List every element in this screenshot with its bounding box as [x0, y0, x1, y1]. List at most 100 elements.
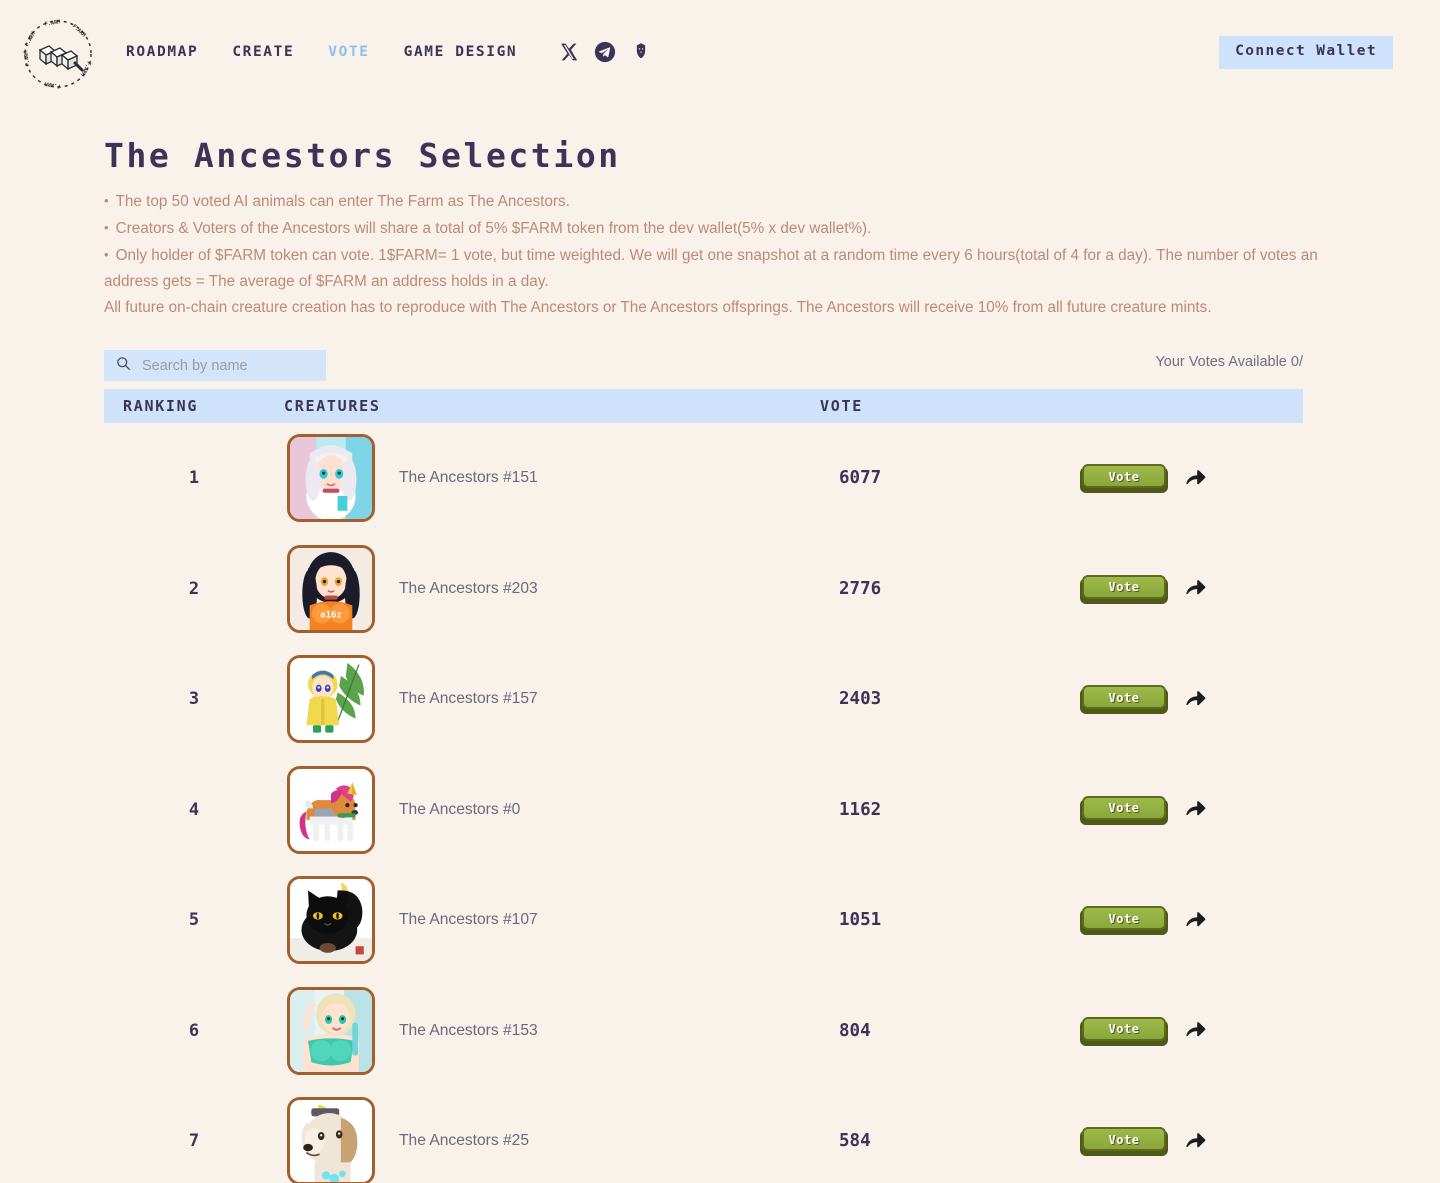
vote-button[interactable]: Vote [1080, 1016, 1168, 1046]
vote-button-label: Vote [1108, 801, 1140, 816]
x-twitter-icon[interactable] [557, 40, 581, 64]
share-arrow-icon [1183, 1128, 1207, 1155]
share-button[interactable] [1182, 686, 1208, 712]
rank-value: 7 [188, 1131, 200, 1152]
share-arrow-icon [1183, 465, 1207, 492]
row-actions: Vote [1080, 684, 1303, 715]
social-links [557, 40, 653, 64]
owl-icon[interactable] [629, 40, 653, 64]
row-actions: Vote [1080, 463, 1303, 494]
creature-name: The Ancestors #151 [399, 469, 538, 487]
site-header: F.ARM F.ARM F.ARM F.ARM F.ARM F.ARM ROAD… [0, 0, 1440, 104]
row-actions: Vote [1080, 1126, 1303, 1157]
votes-available-label: Your Votes Available 0/ [1155, 354, 1303, 370]
share-arrow-icon [1183, 686, 1207, 713]
logo-ring-text-1: F.ARM [24, 31, 37, 48]
page-description: The top 50 voted AI animals can enter Th… [104, 188, 1319, 321]
nav-item-game-design[interactable]: GAME DESIGN [404, 44, 518, 60]
logo-ring-text-2: F.ARM [44, 19, 60, 28]
vote-count: 804 [839, 1020, 871, 1041]
share-arrow-icon [1183, 907, 1207, 934]
site-logo[interactable]: F.ARM F.ARM F.ARM F.ARM F.ARM F.ARM [20, 16, 96, 92]
vote-count: 1162 [839, 799, 882, 820]
creature-thumbnail[interactable] [287, 1097, 375, 1183]
vote-button[interactable]: Vote [1080, 574, 1168, 604]
share-arrow-icon [1183, 796, 1207, 823]
nav-item-create[interactable]: CREATE [232, 44, 294, 60]
share-arrow-icon [1183, 1017, 1207, 1044]
vote-button-label: Vote [1108, 469, 1140, 484]
description-bullet-3: Only holder of $FARM token can vote. 1$F… [104, 242, 1319, 294]
search-row: Your Votes Available 0/ [104, 350, 1303, 382]
creature-cell: The Ancestors #25 [284, 1097, 820, 1183]
table-row: 7 The Ancestors #25 584 Vote [104, 1086, 1303, 1183]
column-header-creatures: CREATURES [284, 397, 381, 415]
creature-thumbnail[interactable] [287, 434, 375, 523]
rank-value: 1 [188, 468, 200, 489]
creatures-table: RANKING CREATURES VOTE 1 The Ancestors #… [104, 389, 1303, 1183]
creature-cell: The Ancestors #0 [284, 765, 820, 854]
vote-button[interactable]: Vote [1080, 684, 1168, 715]
share-button[interactable] [1182, 576, 1208, 602]
vote-button-label: Vote [1108, 1022, 1140, 1037]
table-header-row: RANKING CREATURES VOTE [104, 389, 1303, 423]
search-input[interactable] [140, 356, 310, 375]
creature-thumbnail[interactable] [287, 876, 375, 965]
creature-thumbnail[interactable] [287, 765, 375, 854]
creature-thumbnail[interactable] [287, 986, 375, 1075]
share-button[interactable] [1182, 1128, 1208, 1154]
share-button[interactable] [1182, 1018, 1208, 1044]
vote-button-label: Vote [1108, 580, 1140, 595]
search-box[interactable] [104, 350, 326, 381]
rank-value: 2 [188, 578, 200, 599]
row-actions: Vote [1080, 574, 1303, 604]
table-body: 1 The Ancestors #151 6077 Vote 2 The Anc… [104, 423, 1303, 1183]
rank-value: 3 [188, 689, 200, 710]
rank-value: 5 [188, 910, 200, 931]
table-row: 3 The Ancestors #157 2403 Vote [104, 644, 1303, 755]
table-row: 5 The Ancestors #107 1051 Vote [104, 865, 1303, 976]
share-button[interactable] [1182, 907, 1208, 933]
share-arrow-icon [1183, 575, 1207, 602]
vote-count: 2403 [839, 689, 882, 710]
vote-count: 1051 [839, 910, 882, 931]
table-row: 6 The Ancestors #153 804 Vote [104, 976, 1303, 1087]
nav-item-roadmap[interactable]: ROADMAP [126, 44, 198, 60]
logo-ring-text-3: F.ARM [71, 24, 87, 39]
creature-name: The Ancestors #0 [399, 800, 521, 818]
description-bullet-1: The top 50 voted AI animals can enter Th… [104, 188, 1319, 215]
creature-thumbnail[interactable] [287, 655, 375, 744]
creature-thumbnail[interactable] [287, 544, 375, 633]
description-footnote: All future on-chain creature creation ha… [104, 298, 1212, 316]
creature-name: The Ancestors #107 [399, 911, 538, 929]
table-row: 1 The Ancestors #151 6077 Vote [104, 423, 1303, 534]
connect-wallet-button[interactable]: Connect Wallet [1219, 36, 1393, 69]
search-icon [116, 356, 131, 376]
table-row: 4 The Ancestors #0 1162 Vote [104, 755, 1303, 866]
vote-button[interactable]: Vote [1080, 795, 1168, 825]
creature-cell: The Ancestors #153 [284, 986, 820, 1075]
rank-value: 6 [188, 1020, 200, 1041]
share-button[interactable] [1182, 797, 1208, 823]
vote-button[interactable]: Vote [1080, 1126, 1168, 1157]
creature-cell: The Ancestors #203 [284, 544, 820, 633]
share-button[interactable] [1182, 465, 1208, 491]
creature-name: The Ancestors #25 [399, 1132, 530, 1150]
vote-button[interactable]: Vote [1080, 463, 1168, 494]
creature-name: The Ancestors #153 [399, 1021, 538, 1039]
nav-item-vote[interactable]: VOTE [328, 44, 369, 60]
vote-count: 2776 [839, 578, 882, 599]
column-header-ranking: RANKING [123, 397, 199, 415]
main-nav: ROADMAP CREATE VOTE GAME DESIGN [126, 40, 653, 64]
table-row: 2 The Ancestors #203 2776 Vote [104, 534, 1303, 645]
telegram-icon[interactable] [593, 40, 617, 64]
vote-count: 584 [839, 1131, 871, 1152]
vote-button[interactable]: Vote [1080, 905, 1168, 936]
vote-button-label: Vote [1108, 911, 1140, 926]
column-header-vote: VOTE [820, 397, 863, 415]
creature-cell: The Ancestors #151 [284, 434, 820, 523]
creature-cell: The Ancestors #107 [284, 876, 820, 965]
page-title: The Ancestors Selection [104, 136, 621, 175]
vote-button-label: Vote [1108, 690, 1140, 705]
creature-name: The Ancestors #203 [399, 579, 538, 597]
